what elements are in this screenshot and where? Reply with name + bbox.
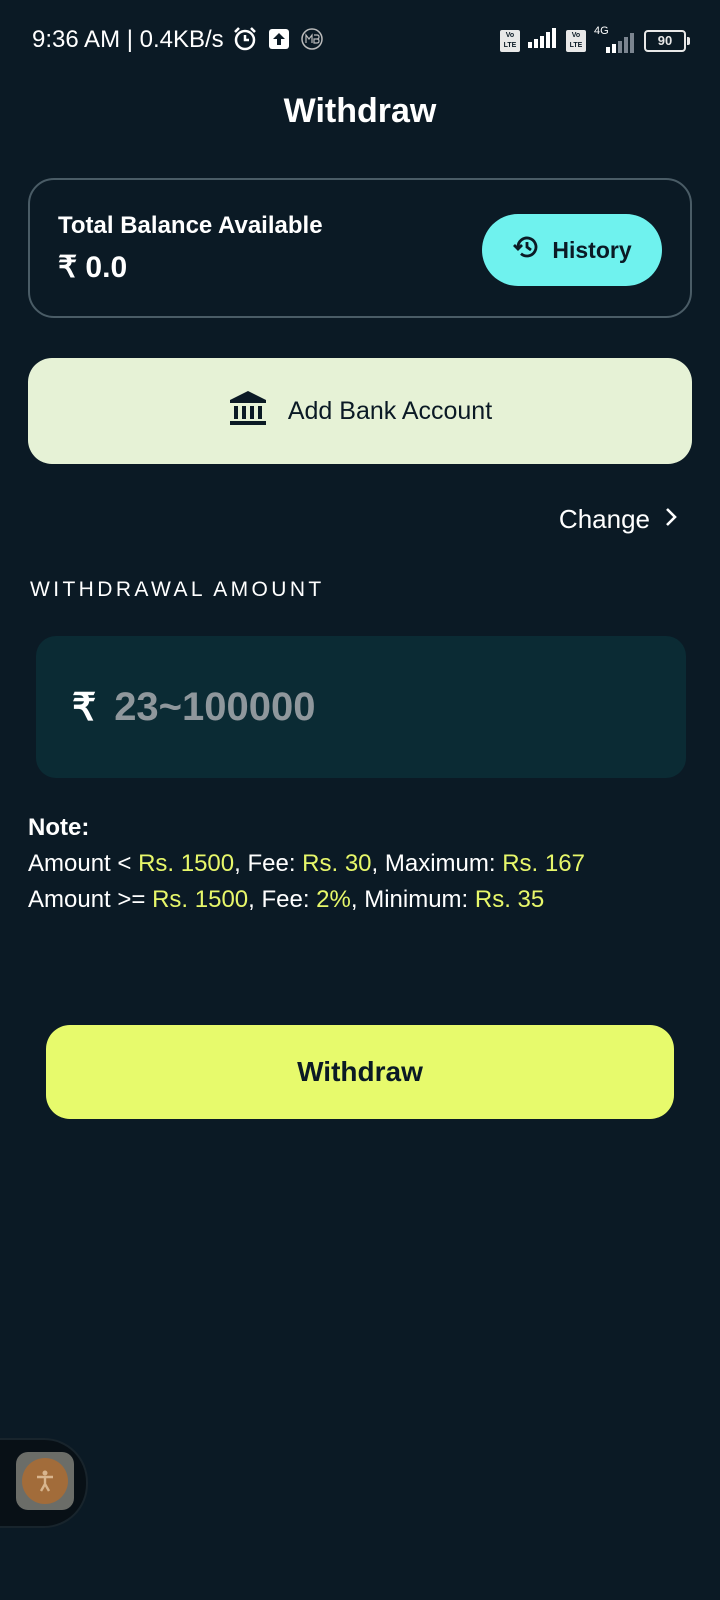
status-time: 9:36 AM | 0.4KB/s [32, 26, 224, 53]
note-value: Rs. 1500 [152, 886, 249, 913]
note-text: , Maximum: [371, 850, 503, 877]
note-value: Rs. 167 [502, 850, 585, 877]
battery-indicator: 90 [644, 29, 690, 52]
balance-value: ₹ 0.0 [58, 251, 128, 284]
volte-badge-sim2: Vo LTE [566, 29, 586, 52]
status-bar: 9:36 AM | 0.4KB/s Vo LTE Vo LTE 4G 90 [0, 0, 720, 80]
note-text: , Fee: [248, 886, 317, 913]
fee-note: Note: Amount < Rs. 1500, Fee: Rs. 30, Ma… [28, 810, 585, 918]
mb-app-icon [300, 27, 324, 56]
alarm-icon [232, 26, 258, 57]
note-line-1: Amount < Rs. 1500, Fee: Rs. 30, Maximum:… [28, 846, 585, 882]
balance-card: Total Balance Available ₹ 0.0 History [28, 178, 692, 318]
note-text: Amount < [28, 850, 139, 877]
volte-badge-top: Vo [571, 31, 581, 39]
accessibility-button[interactable] [16, 1452, 74, 1510]
add-bank-account-label: Add Bank Account [287, 396, 493, 425]
signal-icon [528, 28, 558, 53]
note-text: , Minimum: [350, 886, 475, 913]
withdrawal-amount-label: WITHDRAWAL AMOUNT [30, 578, 325, 601]
status-icons-left [232, 26, 324, 57]
note-value: Rs. 35 [474, 886, 545, 913]
note-value: Rs. 30 [302, 850, 372, 877]
status-icons-right: Vo LTE Vo LTE 4G 90 [500, 25, 690, 53]
withdraw-label: Withdraw [297, 1056, 423, 1087]
volte-badge-top: Vo [505, 31, 515, 39]
upload-icon [268, 28, 290, 55]
add-bank-account-button[interactable]: Add Bank Account [28, 358, 692, 464]
accessibility-icon [22, 1458, 68, 1504]
volte-badge-sim1: Vo LTE [500, 29, 520, 52]
balance-label: Total Balance Available [58, 212, 323, 239]
currency-symbol: ₹ [72, 686, 97, 729]
note-line-2: Amount >= Rs. 1500, Fee: 2%, Minimum: Rs… [28, 882, 585, 918]
note-value: 2% [316, 886, 351, 913]
change-label: Change [558, 504, 650, 534]
page-title: Withdraw [283, 92, 437, 130]
history-label: History [552, 236, 632, 263]
note-text: Amount >= [28, 886, 153, 913]
signal-4g-icon: 4G [594, 25, 636, 53]
note-value: Rs. 1500 [138, 850, 235, 877]
amount-input[interactable] [114, 684, 635, 730]
history-icon [512, 232, 542, 268]
change-bank-link[interactable]: Change [559, 504, 678, 535]
bank-icon [228, 388, 268, 435]
chevron-right-icon [664, 504, 678, 535]
note-title: Note: [28, 814, 90, 841]
amount-input-box: ₹ [36, 636, 686, 778]
note-text: , Fee: [234, 850, 303, 877]
volte-badge-bottom: LTE [503, 41, 517, 49]
volte-badge-bottom: LTE [569, 41, 583, 49]
withdraw-button[interactable]: Withdraw [46, 1025, 674, 1119]
history-button[interactable]: History [482, 214, 662, 286]
